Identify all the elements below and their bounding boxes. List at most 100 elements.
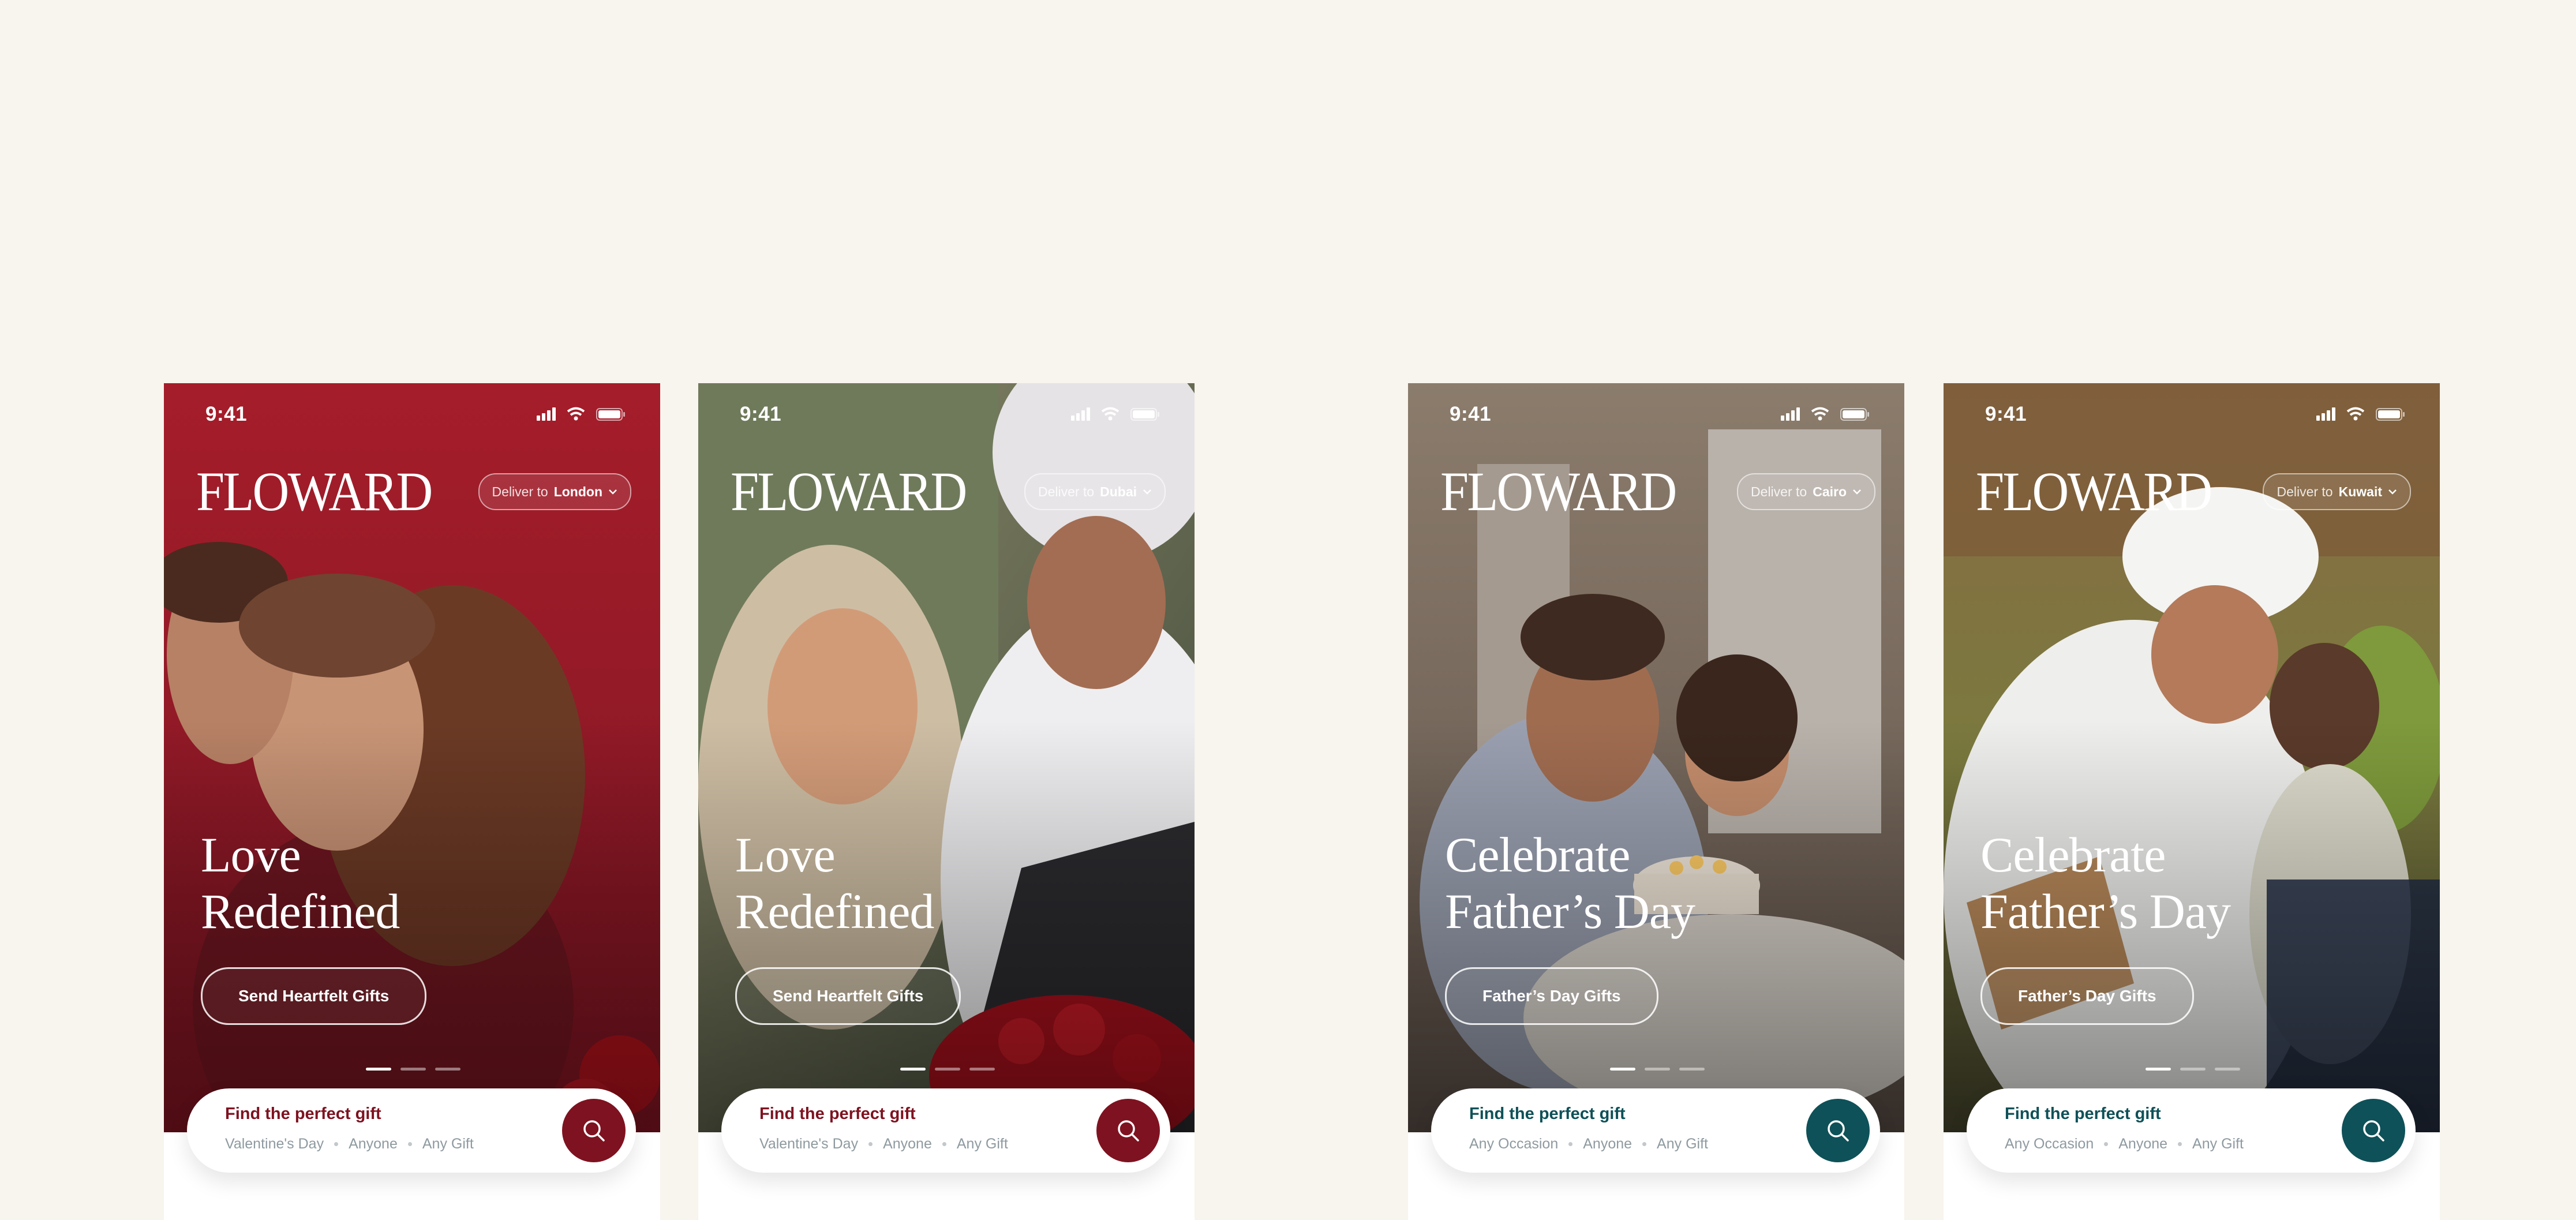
signal-wifi-battery-icon	[2316, 407, 2405, 421]
carousel-dot-1[interactable]	[2146, 1068, 2171, 1071]
search-icon	[583, 1120, 605, 1142]
deliver-label: Deliver to	[492, 484, 548, 499]
floward-logo[interactable]: FLOWARD	[1976, 464, 2212, 519]
separator-dot	[2178, 1142, 2182, 1146]
filter-occasion[interactable]: Any Occasion	[1469, 1136, 1558, 1152]
headline-line-2: Father’s Day	[1445, 884, 1695, 939]
gift-finder-bar[interactable]: Find the perfect gift Any Occasion Anyon…	[1967, 1088, 2416, 1173]
chevron-down-icon	[609, 489, 617, 495]
search-button[interactable]	[1806, 1099, 1870, 1162]
phone-screen-dubai: 9:41 FLOWARD Deliver to Dubai Love Redef…	[698, 383, 1195, 1220]
status-bar: 9:41	[1408, 383, 1904, 452]
carousel-dot-2[interactable]	[1645, 1068, 1670, 1071]
filter-gift-type[interactable]: Any Gift	[1657, 1136, 1708, 1152]
search-icon	[2363, 1120, 2384, 1142]
carousel-dot-2[interactable]	[935, 1068, 960, 1071]
deliver-city: Dubai	[1100, 484, 1137, 499]
gift-finder-bar[interactable]: Find the perfect gift Valentine's Day An…	[721, 1088, 1170, 1173]
deliver-label: Deliver to	[1751, 484, 1807, 499]
deliver-city: London	[553, 484, 602, 499]
hero-banner[interactable]: 9:41 FLOWARD Deliver to London Love Rede…	[164, 383, 660, 1132]
headline-line-1: Love	[735, 827, 836, 882]
carousel-dot-1[interactable]	[366, 1068, 391, 1071]
chevron-down-icon	[1853, 489, 1861, 495]
filter-occasion[interactable]: Any Occasion	[2005, 1136, 2094, 1152]
gift-finder-filters: Any Occasion Anyone Any Gift	[1469, 1136, 1708, 1152]
separator-dot	[1568, 1142, 1573, 1146]
floward-logo[interactable]: FLOWARD	[1440, 464, 1677, 519]
status-time: 9:41	[1985, 403, 2027, 425]
system-icons	[2316, 406, 2409, 424]
gift-finder-title: Find the perfect gift	[225, 1105, 381, 1123]
system-icons	[1071, 406, 1163, 424]
gift-finder-bar[interactable]: Find the perfect gift Valentine's Day An…	[187, 1088, 636, 1173]
carousel-dot-3[interactable]	[969, 1068, 995, 1071]
cta-button[interactable]: Father’s Day Gifts	[1980, 967, 2194, 1025]
gift-finder-title: Find the perfect gift	[759, 1105, 916, 1123]
hero-banner[interactable]: 9:41 FLOWARD Deliver to Dubai Love Redef…	[698, 383, 1195, 1132]
cta-button[interactable]: Father’s Day Gifts	[1445, 967, 1658, 1025]
hero-banner[interactable]: 9:41 FLOWARD Deliver to Kuwait Celebrate…	[1944, 383, 2440, 1132]
carousel-indicator[interactable]	[1610, 1068, 1705, 1071]
filter-gift-type[interactable]: Any Gift	[422, 1136, 474, 1152]
status-bar: 9:41	[1944, 383, 2440, 452]
carousel-dot-2[interactable]	[400, 1068, 426, 1071]
carousel-dot-3[interactable]	[2215, 1068, 2240, 1071]
separator-dot	[2104, 1142, 2109, 1146]
search-button[interactable]	[2342, 1099, 2405, 1162]
carousel-dot-1[interactable]	[900, 1068, 926, 1071]
deliver-to-selector[interactable]: Deliver to Dubai	[1024, 473, 1166, 510]
filter-gift-type[interactable]: Any Gift	[2192, 1136, 2244, 1152]
separator-dot	[942, 1142, 946, 1146]
deliver-label: Deliver to	[1038, 484, 1095, 499]
filter-occasion[interactable]: Valentine's Day	[759, 1136, 858, 1152]
separator-dot	[1642, 1142, 1647, 1146]
hero-headline: Love Redefined	[201, 826, 400, 940]
carousel-dot-1[interactable]	[1610, 1068, 1635, 1071]
cta-button[interactable]: Send Heartfelt Gifts	[735, 967, 961, 1025]
carousel-indicator[interactable]	[366, 1068, 460, 1071]
gift-finder-filters: Valentine's Day Anyone Any Gift	[225, 1136, 474, 1152]
search-button[interactable]	[562, 1099, 626, 1162]
search-button[interactable]	[1096, 1099, 1160, 1162]
filter-occasion[interactable]: Valentine's Day	[225, 1136, 324, 1152]
search-icon	[1118, 1120, 1139, 1142]
status-time: 9:41	[740, 403, 782, 425]
headline-line-2: Redefined	[735, 884, 934, 939]
filter-recipient[interactable]: Anyone	[883, 1136, 932, 1152]
status-bar: 9:41	[698, 383, 1195, 452]
filter-recipient[interactable]: Anyone	[1583, 1136, 1632, 1152]
carousel-indicator[interactable]	[900, 1068, 995, 1071]
status-bar: 9:41	[164, 383, 660, 452]
deliver-to-selector[interactable]: Deliver to Kuwait	[2263, 473, 2411, 510]
headline-line-1: Celebrate	[1980, 827, 2166, 882]
carousel-dot-3[interactable]	[1679, 1068, 1705, 1071]
headline-line-1: Celebrate	[1445, 827, 1630, 882]
floward-logo[interactable]: FLOWARD	[196, 464, 433, 519]
separator-dot	[334, 1142, 339, 1146]
hero-banner[interactable]: 9:41 FLOWARD Deliver to Cairo Celebrate …	[1408, 383, 1904, 1132]
filter-gift-type[interactable]: Any Gift	[957, 1136, 1008, 1152]
carousel-dot-3[interactable]	[435, 1068, 460, 1071]
filter-recipient[interactable]: Anyone	[349, 1136, 398, 1152]
deliver-to-selector[interactable]: Deliver to Cairo	[1737, 473, 1875, 510]
deliver-city: Kuwait	[2338, 484, 2382, 499]
gift-finder-bar[interactable]: Find the perfect gift Any Occasion Anyon…	[1431, 1088, 1880, 1173]
cta-button[interactable]: Send Heartfelt Gifts	[201, 967, 427, 1025]
hero-headline: Love Redefined	[735, 826, 934, 940]
signal-wifi-battery-icon	[537, 407, 625, 421]
deliver-city: Cairo	[1813, 484, 1847, 499]
carousel-dot-2[interactable]	[2180, 1068, 2206, 1071]
separator-dot	[407, 1142, 412, 1146]
separator-dot	[868, 1142, 873, 1146]
floward-logo[interactable]: FLOWARD	[731, 464, 967, 519]
filter-recipient[interactable]: Anyone	[2118, 1136, 2167, 1152]
carousel-indicator[interactable]	[2146, 1068, 2240, 1071]
deliver-to-selector[interactable]: Deliver to London	[478, 473, 631, 510]
headline-line-1: Love	[201, 827, 301, 882]
gift-finder-filters: Valentine's Day Anyone Any Gift	[759, 1136, 1008, 1152]
signal-wifi-battery-icon	[1071, 407, 1159, 421]
signal-wifi-battery-icon	[1781, 407, 1869, 421]
system-icons	[537, 406, 629, 424]
deliver-label: Deliver to	[2277, 484, 2333, 499]
